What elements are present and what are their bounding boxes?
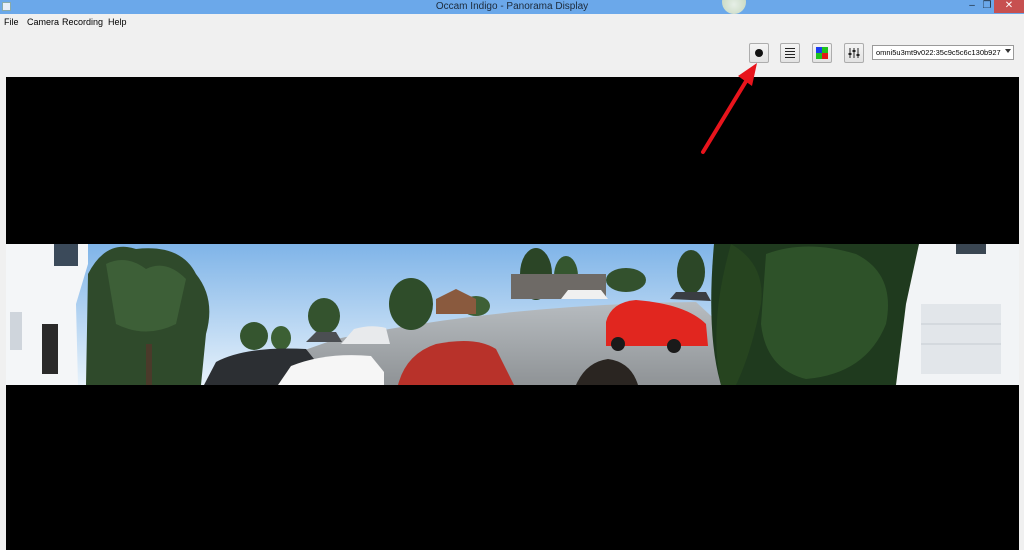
device-select-value: omni5u3mt9v022:35c9c5c6c130b927 bbox=[876, 48, 1001, 57]
close-button[interactable]: ✕ bbox=[994, 0, 1024, 13]
record-button[interactable] bbox=[749, 43, 769, 63]
color-grid-icon bbox=[816, 47, 828, 59]
panorama-display bbox=[6, 77, 1019, 550]
color-button[interactable] bbox=[812, 43, 832, 63]
window-title: Occam Indigo - Panorama Display bbox=[435, 1, 589, 12]
menu-recording[interactable]: Recording bbox=[62, 17, 103, 27]
title-bar[interactable]: Occam Indigo - Panorama Display – ❐ ✕ bbox=[0, 0, 1024, 14]
device-select[interactable]: omni5u3mt9v022:35c9c5c6c130b927 bbox=[872, 45, 1014, 60]
list-lines-icon bbox=[785, 48, 795, 58]
menu-file[interactable]: File bbox=[4, 17, 19, 27]
restore-button[interactable]: ❐ bbox=[980, 0, 994, 13]
menu-bar: File Camera Recording Help bbox=[0, 15, 300, 29]
chevron-down-icon[interactable] bbox=[1005, 49, 1011, 53]
menu-camera[interactable]: Camera bbox=[27, 17, 59, 27]
list-button[interactable] bbox=[780, 43, 800, 63]
menu-help[interactable]: Help bbox=[108, 17, 127, 27]
sliders-icon bbox=[848, 48, 860, 58]
panorama-image bbox=[6, 244, 1019, 385]
record-dot-icon bbox=[755, 49, 763, 57]
minimize-button[interactable]: – bbox=[962, 0, 982, 13]
adjust-button[interactable] bbox=[844, 43, 864, 63]
